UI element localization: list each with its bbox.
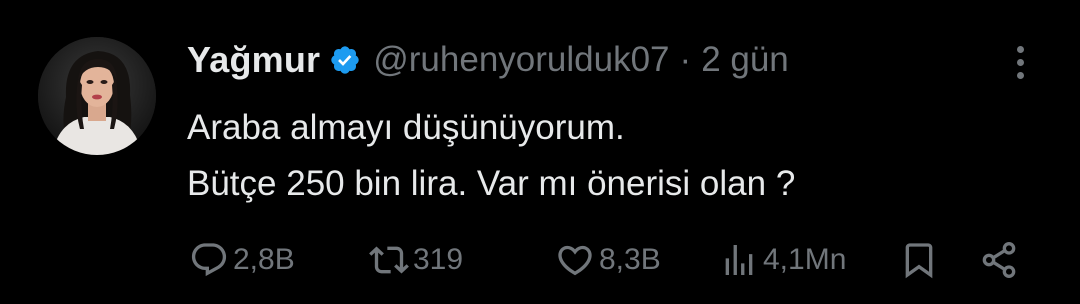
views-button[interactable]: 4,1Mn xyxy=(719,234,846,286)
heart-icon xyxy=(555,240,595,280)
tweet-text-line: Araba almayı düşünüyorum. xyxy=(187,108,625,147)
separator-dot: · xyxy=(679,40,692,79)
retweet-icon xyxy=(369,240,409,280)
bookmark-button[interactable] xyxy=(899,234,939,286)
avatar-photo xyxy=(38,37,156,155)
tweet-header: Yağmur @ruhenyorulduk07 · 2 gün xyxy=(187,34,789,86)
more-dots-icon[interactable] xyxy=(1006,40,1034,84)
avatar[interactable] xyxy=(38,37,156,155)
tweet-text-line: Bütçe 250 bin lira. Var mı önerisi olan … xyxy=(187,164,796,203)
like-count: 8,3B xyxy=(599,243,661,276)
display-name[interactable]: Yağmur xyxy=(187,39,320,81)
user-handle[interactable]: @ruhenyorulduk07 xyxy=(373,40,669,80)
tweet-text: Araba almayı düşünüyorum. Bütçe 250 bin … xyxy=(187,100,1047,212)
views-icon xyxy=(719,240,759,280)
views-count: 4,1Mn xyxy=(763,243,847,276)
reply-button[interactable]: 2,8B xyxy=(189,234,295,286)
share-button[interactable] xyxy=(979,234,1019,286)
verified-badge-icon[interactable] xyxy=(329,44,361,76)
like-button[interactable]: 8,3B xyxy=(555,234,661,286)
share-icon xyxy=(979,240,1019,280)
reply-icon xyxy=(189,240,229,280)
bookmark-icon xyxy=(899,240,939,280)
timestamp[interactable]: 2 gün xyxy=(701,40,789,80)
action-bar: 2,8B 319 8,3B 4,1Mn xyxy=(187,234,1047,286)
retweet-button[interactable]: 319 xyxy=(369,234,463,286)
tweet-card[interactable]: Yağmur @ruhenyorulduk07 · 2 gün Araba al… xyxy=(0,0,1080,304)
reply-count: 2,8B xyxy=(233,243,295,276)
retweet-count: 319 xyxy=(413,243,464,276)
